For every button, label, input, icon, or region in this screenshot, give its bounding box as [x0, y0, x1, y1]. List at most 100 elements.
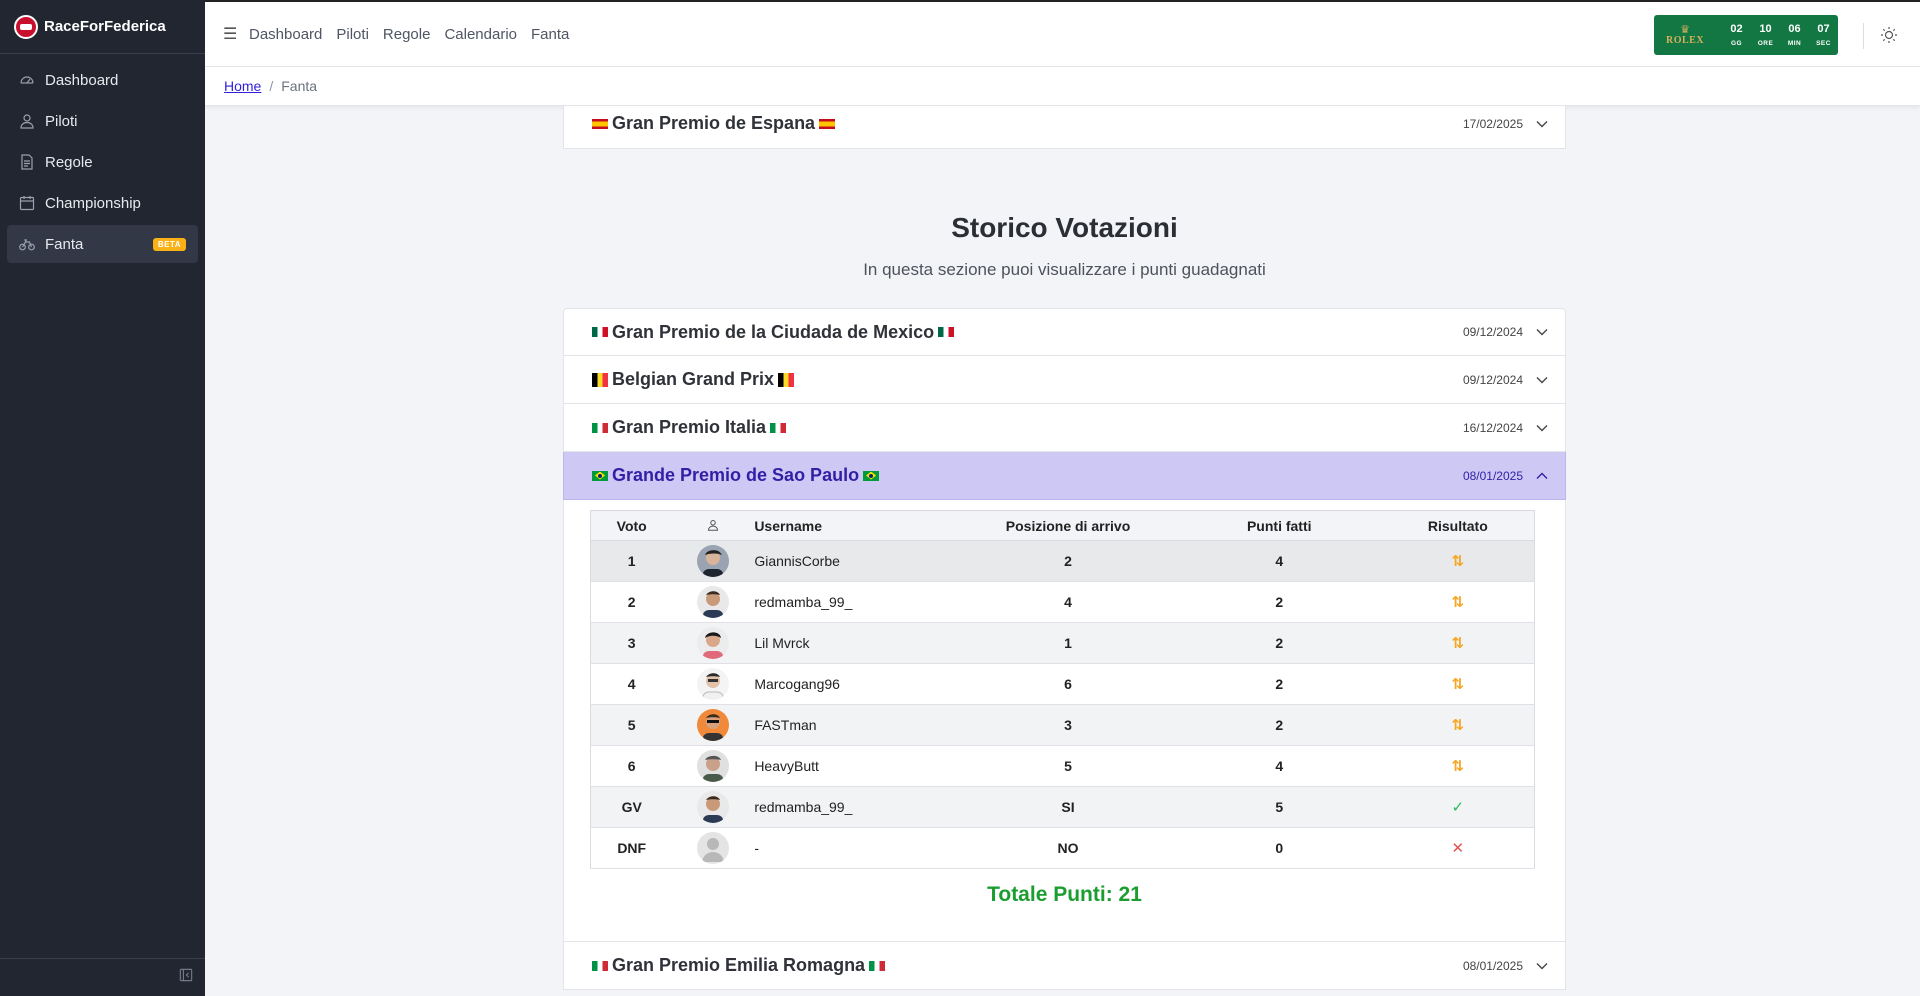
cell-posizione: 3 — [959, 704, 1177, 746]
cell-posizione: NO — [959, 827, 1177, 869]
speedometer-icon — [19, 72, 35, 88]
cell-risultato: ⇅ — [1381, 622, 1535, 664]
cell-avatar — [672, 581, 755, 623]
col-risultato: Risultato — [1381, 510, 1535, 541]
col-avatar — [672, 510, 755, 541]
sidebar-item-label: Piloti — [45, 112, 78, 130]
cell-avatar — [672, 622, 755, 664]
col-username: Username — [754, 510, 960, 541]
countdown-hours-label: ORE — [1757, 40, 1774, 47]
calendar-icon — [19, 195, 35, 211]
cell-username: redmamba_99_ — [754, 581, 960, 623]
avatar — [697, 709, 730, 741]
race-title: Gran Premio Emilia Romagna — [592, 955, 886, 976]
accordion-body-sao-paulo: Voto Username Posizione di arrivo Punti … — [563, 500, 1566, 942]
table-header-row: Voto Username Posizione di arrivo Punti … — [590, 510, 1535, 541]
cell-username: - — [754, 827, 960, 869]
topnav-dashboard[interactable]: Dashboard — [249, 26, 322, 43]
brazil-flag-icon — [592, 470, 608, 481]
cell-punti: 2 — [1176, 581, 1382, 623]
col-posizione: Posizione di arrivo — [959, 510, 1177, 541]
accordion-item-sao-paulo[interactable]: Grande Premio de Sao Paulo 08/01/2025 — [563, 452, 1566, 500]
chevron-down-icon — [1536, 329, 1548, 336]
theme-toggle-sun-icon[interactable] — [1880, 26, 1898, 44]
cell-voto: 3 — [590, 622, 673, 664]
mexico-flag-icon — [592, 327, 608, 337]
cell-username: Marcogang96 — [754, 663, 960, 705]
sidebar-item-label: Championship — [45, 194, 141, 212]
sidebar-item-regole[interactable]: Regole — [7, 143, 198, 181]
rolex-logo: ♛ ROLEX — [1666, 24, 1705, 46]
table-row: 4 Marcogang96 6 2 ⇅ — [590, 663, 1535, 705]
sidebar-item-championship[interactable]: Championship — [7, 184, 198, 222]
cell-username: redmamba_99_ — [754, 786, 960, 828]
cell-avatar — [672, 540, 755, 582]
race-title-text: Gran Premio Emilia Romagna — [612, 955, 866, 975]
accordion-item-emilia-romagna[interactable]: Gran Premio Emilia Romagna 08/01/2025 — [563, 942, 1566, 990]
swap-arrows-icon: ⇅ — [1451, 553, 1465, 570]
cell-punti: 0 — [1176, 827, 1382, 869]
belgium-flag-icon — [592, 372, 608, 387]
document-icon — [19, 154, 35, 170]
votes-table: Voto Username Posizione di arrivo Punti … — [590, 510, 1535, 869]
table-row: 1 GiannisCorbe 2 4 ⇅ — [590, 540, 1535, 582]
cell-posizione: 4 — [959, 581, 1177, 623]
cell-risultato: ⇅ — [1381, 581, 1535, 623]
cell-avatar — [672, 827, 755, 869]
cell-posizione: 2 — [959, 540, 1177, 582]
topnav-regole[interactable]: Regole — [383, 26, 431, 43]
cell-voto: 2 — [590, 581, 673, 623]
table-row: DNF - NO 0 ✕ — [590, 827, 1535, 869]
sidebar-item-dashboard[interactable]: Dashboard — [7, 61, 198, 99]
cell-posizione: SI — [959, 786, 1177, 828]
cell-avatar — [672, 704, 755, 746]
brazil-flag-icon — [863, 470, 880, 481]
race-date: 16/12/2024 — [1462, 420, 1523, 435]
cell-risultato: ✕ — [1381, 827, 1535, 869]
topnav-fanta[interactable]: Fanta — [531, 26, 569, 43]
storico-section: Storico Votazioni In questa sezione puoi… — [563, 106, 1566, 996]
sidebar-item-piloti[interactable]: Piloti — [7, 102, 198, 140]
belgium-flag-icon — [778, 372, 795, 387]
topnav-calendario[interactable]: Calendario — [444, 26, 517, 43]
accordion-item-mexico[interactable]: Gran Premio de la Ciudada de Mexico 09/1… — [563, 308, 1566, 356]
avatar — [697, 791, 730, 823]
beta-badge: BETA — [152, 237, 186, 251]
countdown-timer: ♛ ROLEX 02 GG 10 ORE 06 MIN 07 SEC — [1654, 15, 1838, 55]
swap-arrows-icon: ⇅ — [1451, 676, 1465, 693]
cell-voto: 5 — [590, 704, 673, 746]
race-title: Gran Premio de la Ciudada de Mexico — [592, 321, 955, 343]
race-title: Gran Premio Italia — [592, 417, 787, 438]
race-title-text: Gran Premio de la Ciudada de Mexico — [612, 321, 935, 342]
brand[interactable]: RaceForFederica — [0, 0, 205, 54]
sidebar-toggle[interactable] — [0, 958, 205, 996]
cell-posizione: 5 — [959, 745, 1177, 787]
brand-logo-icon — [14, 14, 38, 39]
hamburger-menu-icon[interactable]: ☰ — [223, 24, 237, 44]
avatar — [697, 750, 730, 782]
cell-voto: 1 — [590, 540, 673, 582]
table-row: 5 FASTman 3 2 ⇅ — [590, 704, 1535, 746]
cell-risultato: ⇅ — [1381, 704, 1535, 746]
avatar-placeholder — [697, 832, 730, 864]
accordion-item-italia[interactable]: Gran Premio Italia 16/12/2024 — [563, 404, 1566, 452]
italy-flag-icon — [770, 422, 787, 433]
italy-flag-icon — [592, 422, 608, 433]
countdown-days-value: 02 — [1730, 23, 1743, 35]
countdown-seconds-value: 07 — [1817, 23, 1830, 35]
breadcrumb-current: Fanta — [281, 78, 318, 94]
countdown-days: 02 GG — [1722, 23, 1751, 47]
chevron-down-icon — [1536, 962, 1548, 969]
bike-icon — [19, 236, 35, 252]
cell-risultato: ⇅ — [1381, 745, 1535, 787]
breadcrumb-home-link[interactable]: Home — [224, 78, 261, 94]
sidebar-item-fanta[interactable]: Fanta BETA — [7, 225, 198, 263]
cell-punti: 2 — [1176, 622, 1382, 664]
rolex-wordmark: ROLEX — [1666, 34, 1705, 46]
race-date: 09/12/2024 — [1462, 325, 1523, 339]
topnav-piloti[interactable]: Piloti — [336, 26, 369, 43]
accordion-item-belgium[interactable]: Belgian Grand Prix 09/12/2024 — [563, 356, 1566, 404]
cell-avatar — [672, 786, 755, 828]
race-date: 08/01/2025 — [1462, 468, 1523, 483]
users-icon — [708, 519, 719, 531]
